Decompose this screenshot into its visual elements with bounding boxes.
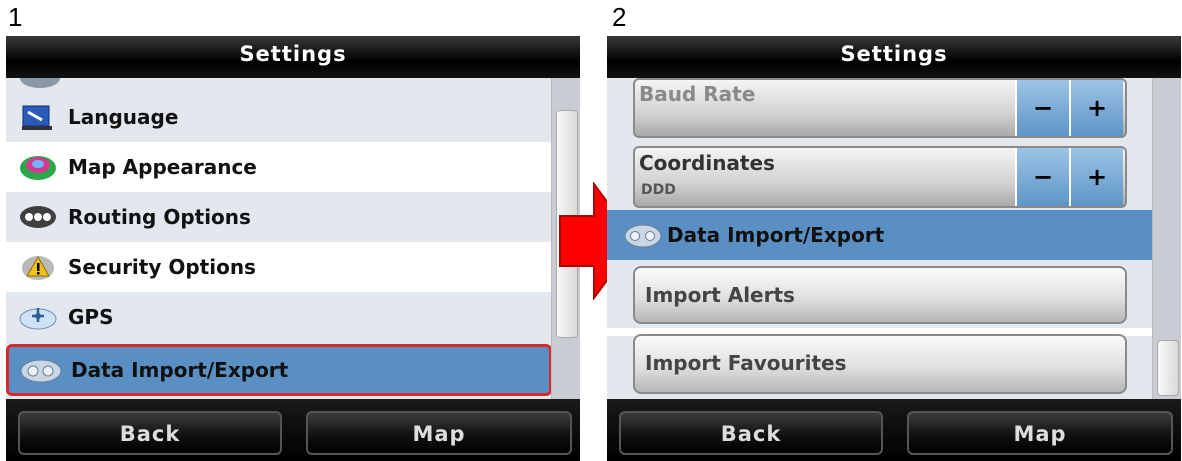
map-button[interactable]: Map <box>306 411 572 455</box>
security-icon <box>16 251 60 283</box>
settings-detail-list[interactable]: Baud Rate − + Coordinates DDD − + Data I… <box>607 78 1153 399</box>
sidebar-item-label: Security Options <box>68 255 256 279</box>
routing-icon <box>16 201 60 233</box>
step-number-2: 2 <box>612 2 627 32</box>
partial-item-icon <box>20 78 60 88</box>
gps-icon <box>16 301 60 333</box>
baud-rate-label: Baud Rate <box>639 82 756 106</box>
baud-rate-setting: Baud Rate − + <box>633 78 1127 138</box>
sidebar-item-label: Routing Options <box>68 205 251 229</box>
baud-rate-plus-button[interactable]: + <box>1069 80 1123 136</box>
coordinates-setting: Coordinates DDD − + <box>633 146 1127 208</box>
coordinates-label: Coordinates <box>639 151 775 175</box>
settings-screen-left: Settings Language Map Appearance Routing… <box>6 36 580 461</box>
baud-rate-minus-button[interactable]: − <box>1015 80 1069 136</box>
title-bar: Settings <box>607 36 1181 78</box>
import-favourites-button[interactable]: Import Favourites <box>633 334 1127 394</box>
sidebar-item-label: Map Appearance <box>68 155 257 179</box>
footer-bar: Back Map <box>6 399 580 461</box>
title-bar: Settings <box>6 36 580 78</box>
settings-item-security-options[interactable]: Security Options <box>6 242 552 292</box>
sidebar-item-label: Language <box>68 105 179 129</box>
scrollbar-thumb[interactable] <box>1157 340 1179 396</box>
section-header-data-import-export: Data Import/Export <box>607 210 1153 260</box>
step-number-1: 1 <box>8 2 23 32</box>
import-alerts-label: Import Alerts <box>645 283 795 307</box>
data-import-export-icon <box>19 354 63 386</box>
coordinates-plus-button[interactable]: + <box>1069 148 1123 206</box>
settings-item-routing-options[interactable]: Routing Options <box>6 192 552 242</box>
coordinates-value: DDD <box>641 182 676 198</box>
back-button[interactable]: Back <box>619 411 883 455</box>
section-header-label: Data Import/Export <box>667 223 885 247</box>
settings-item-language[interactable]: Language <box>6 92 552 142</box>
settings-item-gps[interactable]: GPS <box>6 292 552 342</box>
import-alerts-button[interactable]: Import Alerts <box>633 266 1127 324</box>
settings-item-map-appearance[interactable]: Map Appearance <box>6 142 552 192</box>
import-favourites-label: Import Favourites <box>645 351 847 375</box>
data-import-export-icon <box>621 219 665 251</box>
back-button[interactable]: Back <box>18 411 282 455</box>
map-appearance-icon <box>16 151 60 183</box>
sidebar-item-label: GPS <box>68 305 114 329</box>
map-button[interactable]: Map <box>907 411 1173 455</box>
settings-list[interactable]: Language Map Appearance Routing Options … <box>6 78 552 399</box>
footer-bar: Back Map <box>607 399 1181 461</box>
scrollbar[interactable] <box>1152 78 1181 399</box>
sidebar-item-label: Data Import/Export <box>71 358 289 382</box>
coordinates-minus-button[interactable]: − <box>1015 148 1069 206</box>
settings-screen-right: Settings Baud Rate − + Coordinates DDD −… <box>607 36 1181 461</box>
settings-item-data-import-export[interactable]: Data Import/Export <box>6 344 552 396</box>
language-icon <box>16 101 60 133</box>
